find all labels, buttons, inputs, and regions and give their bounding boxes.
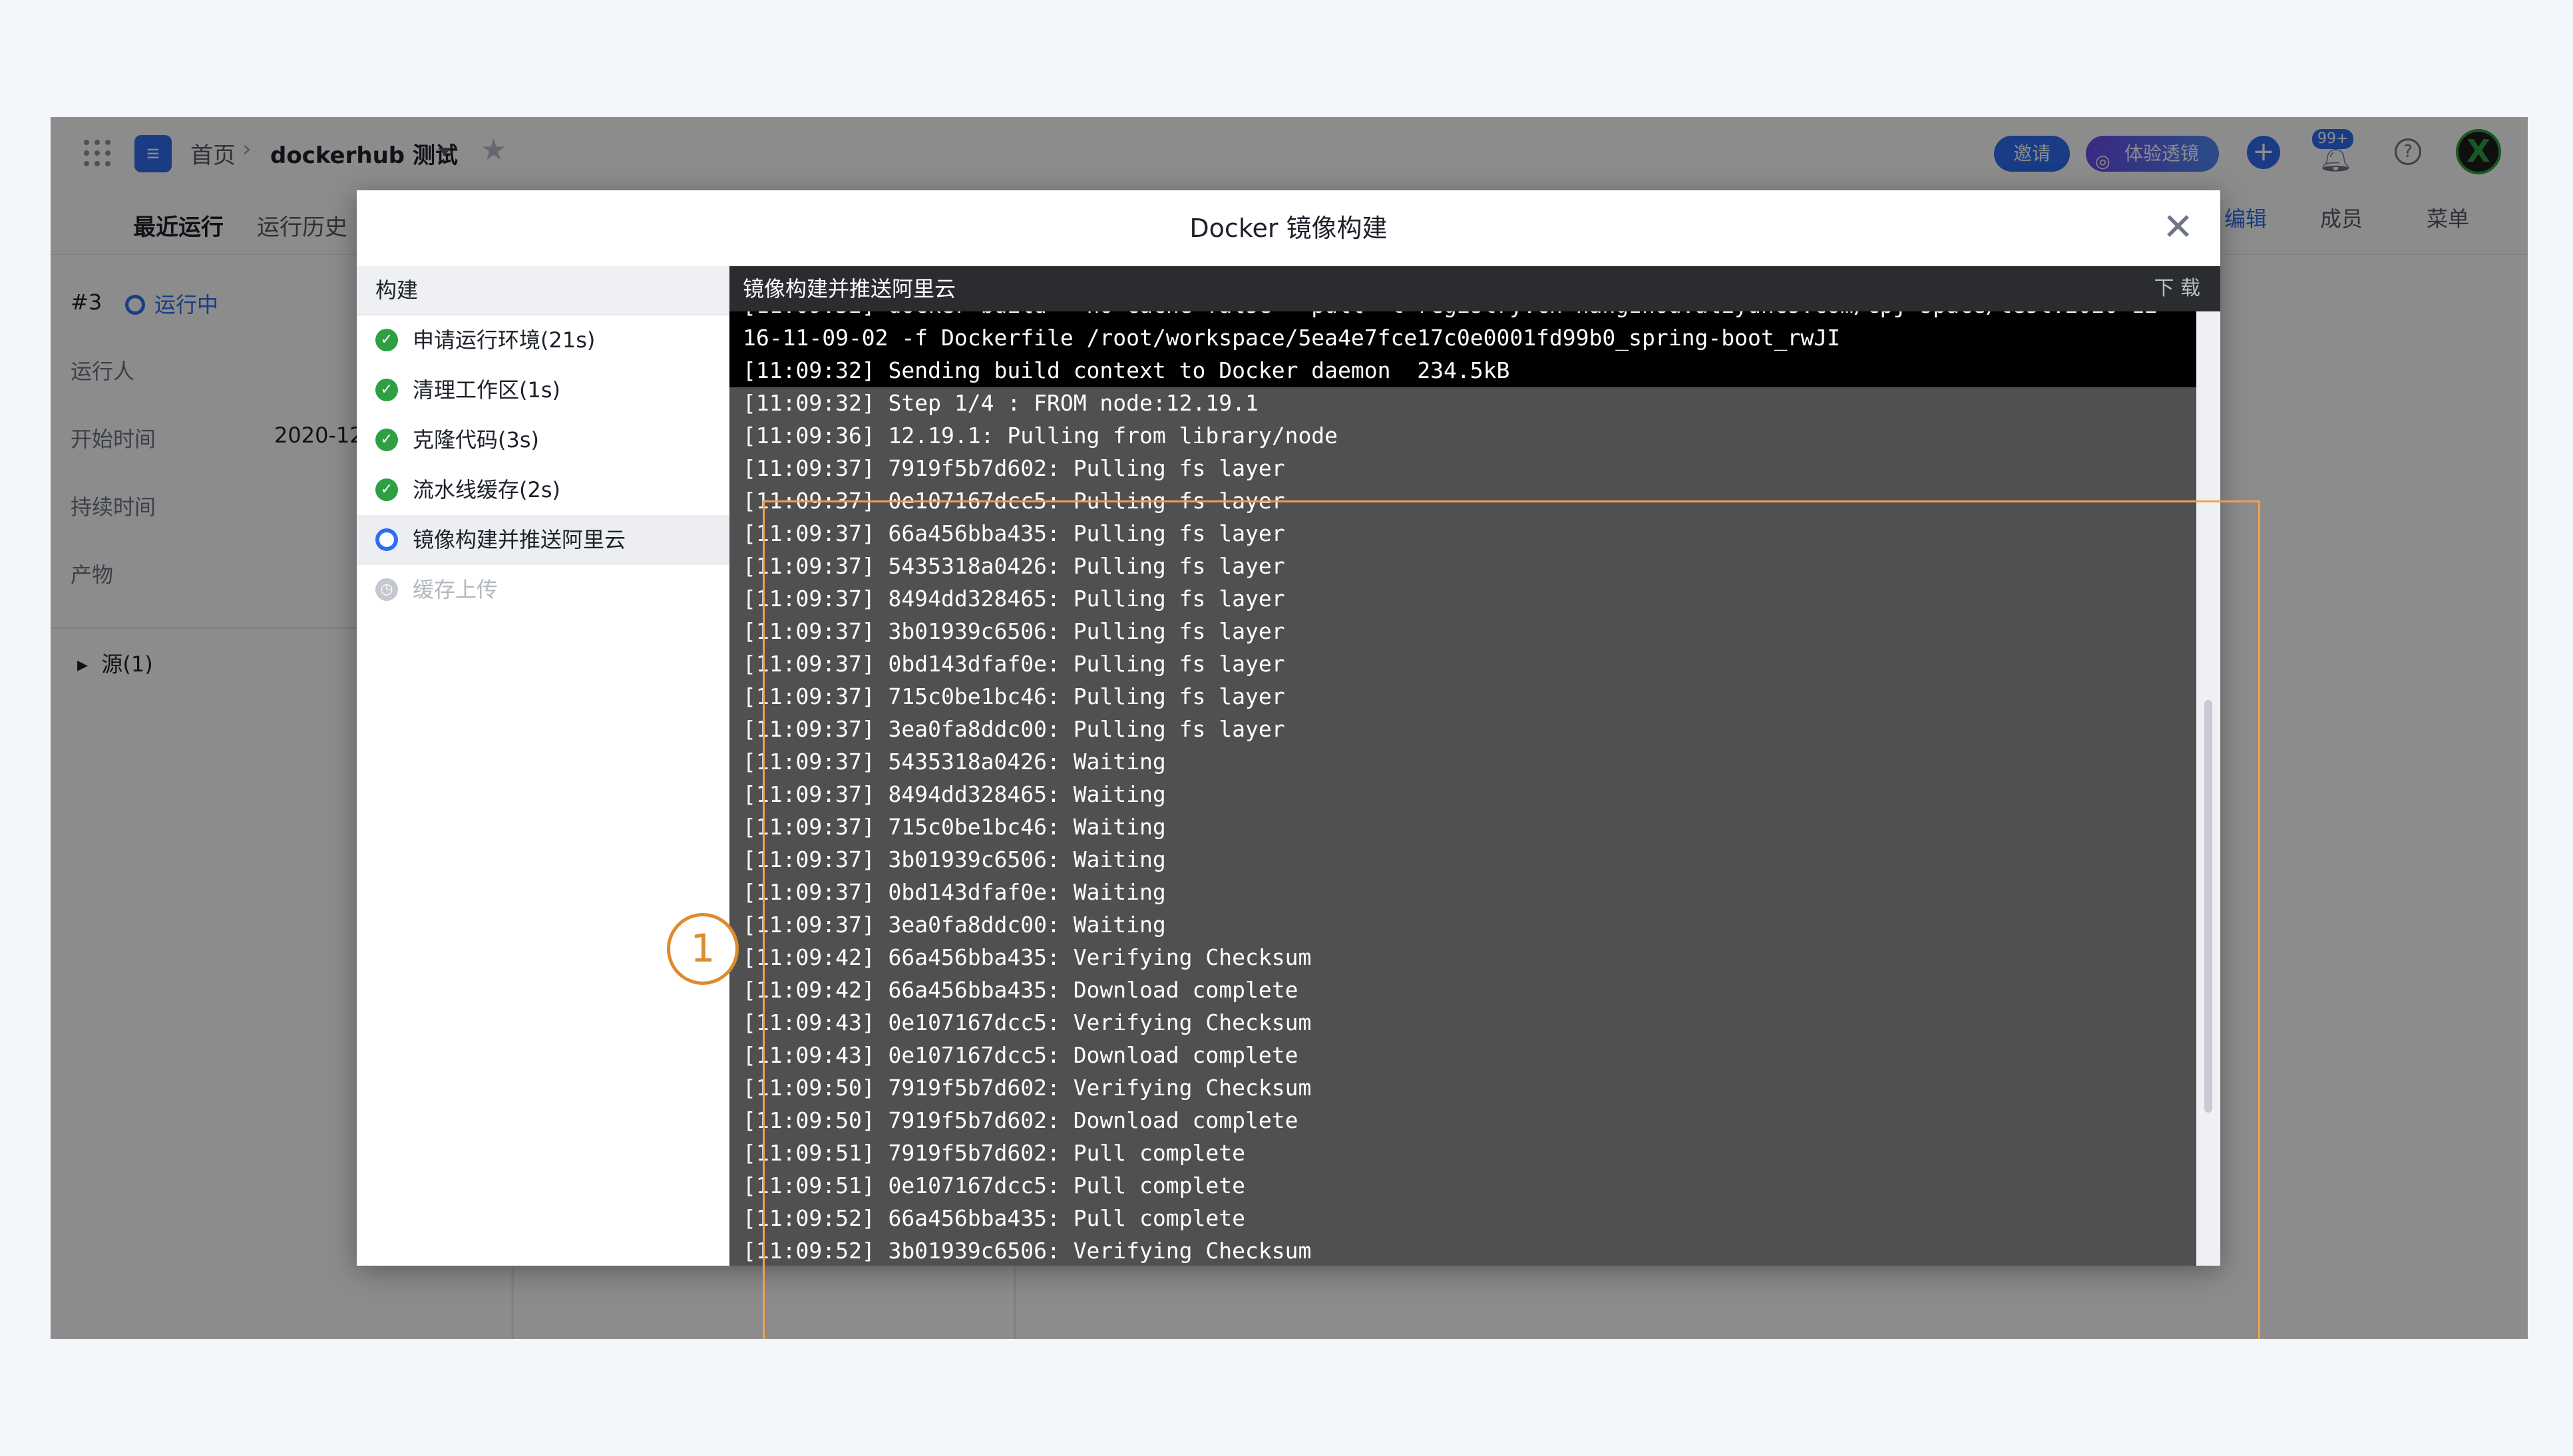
step-label: 缓存上传	[413, 577, 498, 602]
step-item[interactable]: ◷ 缓存上传	[357, 565, 729, 615]
step-item[interactable]: ✓ 申请运行环境(21s)	[357, 315, 729, 365]
step-label: 流水线缓存(2s)	[413, 477, 561, 502]
step-label: 镜像构建并推送阿里云	[413, 527, 626, 552]
app-window: ≡ 首页 › dockerhub 测试 ★ 邀请 ◎ 体验透镜 + 🔔︎ 99+…	[51, 117, 2528, 1339]
step-item[interactable]: ✓ 流水线缓存(2s)	[357, 465, 729, 515]
annotation-highlight-box	[763, 500, 2260, 1339]
log-line: [11:09:37] 7919f5b7d602: Pulling fs laye…	[743, 455, 1285, 481]
close-icon[interactable]: ✕	[2162, 208, 2194, 248]
modal-title: Docker 镜像构建	[1189, 214, 1388, 243]
annotation-marker: 1	[667, 913, 739, 985]
download-button[interactable]: 下 载	[2154, 266, 2200, 311]
step-item[interactable]: ✓ 克隆代码(3s)	[357, 415, 729, 465]
log-header: 镜像构建并推送阿里云 下 载	[729, 266, 2220, 311]
log-title: 镜像构建并推送阿里云	[743, 276, 956, 301]
build-steps-list: 构建 ✓ 申请运行环境(21s) ✓ 清理工作区(1s) ✓ 克隆代码(3s) …	[357, 266, 729, 1266]
step-label: 申请运行环境(21s)	[413, 327, 596, 353]
log-line: [11:09:32] Sending build context to Dock…	[743, 357, 1510, 383]
steps-header: 构建	[357, 266, 729, 315]
step-label: 克隆代码(3s)	[413, 427, 540, 453]
check-circle-icon: ✓	[375, 329, 398, 351]
step-item[interactable]: ✓ 清理工作区(1s)	[357, 365, 729, 415]
log-line: [11:09:32] Step 1/4 : FROM node:12.19.1	[743, 390, 1259, 416]
log-line: [11:09:32] docker build --no-cache=false…	[743, 311, 2158, 321]
log-line: 16-11-09-02 -f Dockerfile /root/workspac…	[743, 325, 1841, 351]
check-circle-icon: ✓	[375, 478, 398, 501]
check-circle-icon: ✓	[375, 379, 398, 401]
clock-icon: ◷	[375, 578, 398, 601]
spinner-icon	[375, 528, 398, 551]
log-line: [11:09:36] 12.19.1: Pulling from library…	[743, 423, 1338, 449]
check-circle-icon: ✓	[375, 429, 398, 451]
step-label: 清理工作区(1s)	[413, 377, 561, 403]
step-item-active[interactable]: 镜像构建并推送阿里云	[357, 515, 729, 565]
